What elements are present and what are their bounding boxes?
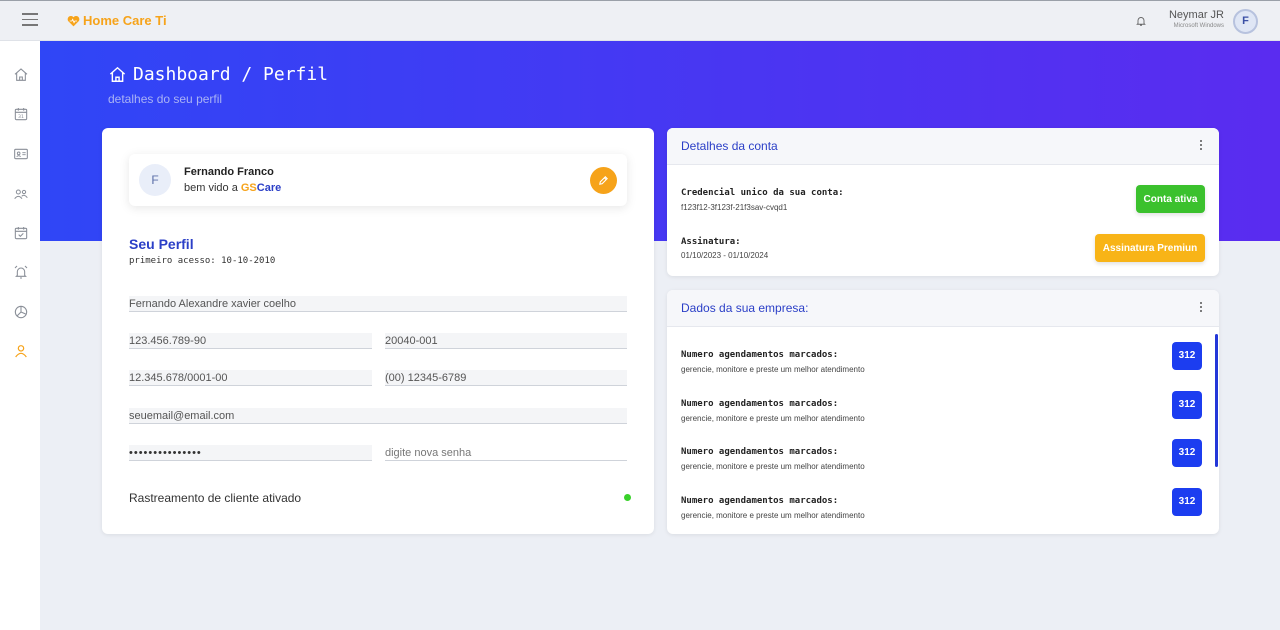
company-card-header: Dados da sua empresa:: [667, 290, 1219, 327]
stat-description: gerencie, monitore e preste um melhor at…: [681, 365, 865, 374]
stat-label: Numero agendamentos marcados:: [681, 350, 839, 360]
account-status-button[interactable]: Conta ativa: [1136, 185, 1205, 213]
user-name: Neymar JR: [1168, 9, 1224, 21]
id-card-icon[interactable]: [13, 146, 29, 162]
list-item: Numero agendamentos marcados: gerencie, …: [667, 439, 1219, 487]
profile-card: F Fernando Franco bem vido a GSCare Seu …: [102, 128, 654, 534]
company-data-card: Dados da sua empresa: Numero agendamento…: [667, 290, 1219, 534]
hamburger-menu-icon[interactable]: [22, 13, 38, 27]
profile-name: Fernando Franco: [184, 166, 274, 178]
profile-identity-card: F Fernando Franco bem vido a GSCare: [129, 154, 627, 206]
account-card-header: Detalhes da conta: [667, 128, 1219, 165]
subscription-value: 01/10/2023 - 01/10/2024: [681, 251, 769, 260]
brand-name: Home Care Ti: [83, 13, 167, 28]
chart-pie-icon[interactable]: [13, 304, 29, 320]
sidebar: 31: [0, 41, 40, 630]
brand-care: Care: [256, 182, 282, 194]
calendar-icon[interactable]: 31: [13, 106, 29, 122]
new-password-field[interactable]: [385, 445, 627, 461]
brand-gs: GS: [240, 182, 257, 194]
list-item: Numero agendamentos marcados: gerencie, …: [667, 488, 1219, 536]
stat-badge[interactable]: 312: [1172, 488, 1202, 516]
credential-label: Credencial unico da sua conta:: [681, 188, 844, 198]
user-subtitle: Microsoft Windows: [1173, 23, 1224, 29]
svg-text:31: 31: [18, 114, 24, 120]
tracking-label: Rastreamento de cliente ativado: [129, 491, 302, 505]
stat-description: gerencie, monitore e preste um melhor at…: [681, 511, 865, 520]
user-info[interactable]: Neymar JR Microsoft Windows: [1168, 9, 1224, 29]
user-icon[interactable]: [13, 343, 29, 359]
heart-icon: [67, 15, 80, 26]
cpf-field[interactable]: [129, 333, 372, 349]
pencil-icon: [599, 176, 608, 185]
stat-badge[interactable]: 312: [1172, 342, 1202, 370]
breadcrumb: Dashboard / Perfil: [108, 64, 328, 85]
page-subtitle: detalhes do seu perfil: [108, 92, 223, 106]
stat-badge[interactable]: 312: [1172, 439, 1202, 467]
edit-profile-button[interactable]: [590, 167, 617, 194]
cep-field[interactable]: [385, 333, 627, 349]
stat-badge[interactable]: 312: [1172, 391, 1202, 419]
account-details-card: Detalhes da conta Credencial unico da su…: [667, 128, 1219, 276]
more-options-icon[interactable]: [1199, 302, 1203, 314]
tracking-status-indicator[interactable]: [624, 494, 631, 501]
cnpj-field[interactable]: [129, 370, 372, 386]
calendar-check-icon[interactable]: [13, 225, 29, 241]
full-name-field[interactable]: [129, 296, 627, 312]
stat-description: gerencie, monitore e preste um melhor at…: [681, 414, 865, 423]
credential-value: f123f12-3f123f-21f3sav-cvqd1: [681, 203, 788, 212]
profile-avatar: F: [139, 164, 171, 196]
stat-label: Numero agendamentos marcados:: [681, 496, 839, 506]
user-avatar[interactable]: F: [1233, 9, 1258, 34]
password-field[interactable]: [129, 445, 372, 461]
users-icon[interactable]: [13, 186, 29, 202]
company-card-title: Dados da sua empresa:: [681, 301, 809, 315]
stat-label: Numero agendamentos marcados:: [681, 399, 839, 409]
brand-logo[interactable]: Home Care Ti: [67, 13, 167, 28]
stat-description: gerencie, monitore e preste um melhor at…: [681, 462, 865, 471]
home-icon[interactable]: [13, 67, 29, 83]
welcome-prefix: bem vido a: [184, 182, 241, 194]
page-title: Dashboard / Perfil: [133, 64, 329, 85]
account-card-title: Detalhes da conta: [681, 139, 778, 153]
list-item: Numero agendamentos marcados: gerencie, …: [667, 391, 1219, 439]
bell-icon[interactable]: [1135, 14, 1147, 28]
section-title: Seu Perfil: [129, 236, 194, 252]
subscription-label: Assinatura:: [681, 237, 741, 247]
welcome-text: bem vido a GSCare: [184, 182, 281, 194]
scrollbar-thumb[interactable]: [1215, 334, 1218, 467]
list-item: Numero agendamentos marcados: gerencie, …: [667, 342, 1219, 390]
phone-field[interactable]: [385, 370, 627, 386]
subscription-button[interactable]: Assinatura Premiun: [1095, 234, 1205, 262]
stat-label: Numero agendamentos marcados:: [681, 447, 839, 457]
more-options-icon[interactable]: [1199, 140, 1203, 152]
alarm-icon[interactable]: [13, 264, 29, 280]
home-icon[interactable]: [108, 65, 127, 84]
first-access-text: primeiro acesso: 10-10-2010: [129, 256, 276, 266]
top-bar: Home Care Ti Neymar JR Microsoft Windows…: [0, 0, 1280, 41]
email-field[interactable]: [129, 408, 627, 424]
